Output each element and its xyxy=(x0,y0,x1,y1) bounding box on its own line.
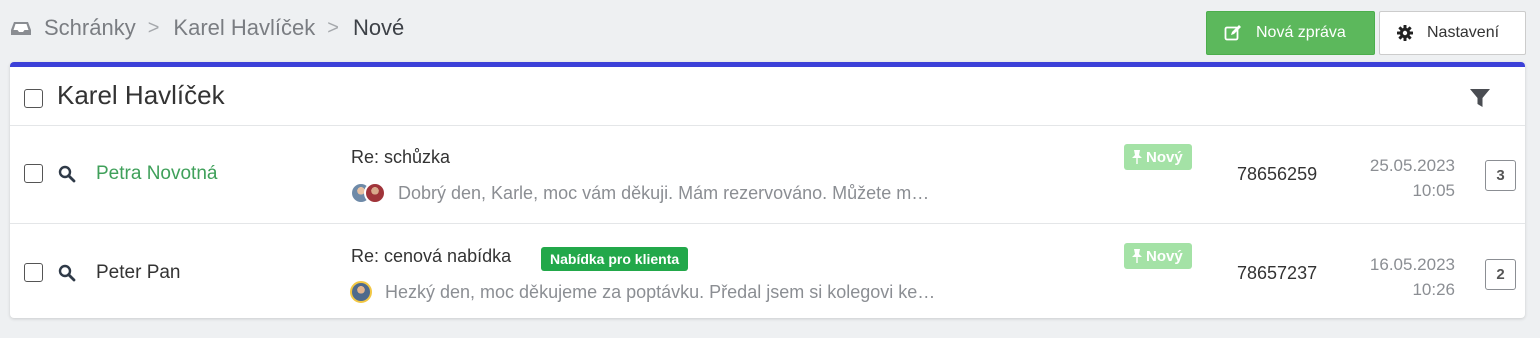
message-date: 25.05.2023 xyxy=(1369,156,1455,175)
breadcrumb-item-inboxes[interactable]: Schránky xyxy=(44,15,136,41)
row-checkbox[interactable] xyxy=(24,263,43,282)
breadcrumb-separator: > xyxy=(327,16,339,39)
panel-header: Karel Havlíček xyxy=(10,67,1525,126)
message-time: 10:26 xyxy=(1412,280,1455,299)
sender-name[interactable]: Petra Novotná xyxy=(96,163,217,185)
message-date: 16.05.2023 xyxy=(1369,255,1455,274)
message-count: 3 xyxy=(1485,160,1516,191)
message-panel: Karel Havlíček Petra Novotná Re: schůzka… xyxy=(10,62,1525,318)
filter-icon[interactable] xyxy=(1469,87,1491,109)
message-id: 78656259 xyxy=(1237,164,1318,184)
label-badge: Nabídka pro klienta xyxy=(541,247,689,271)
message-id: 78657237 xyxy=(1237,263,1318,283)
search-icon[interactable] xyxy=(58,264,76,282)
status-label: Nový xyxy=(1146,148,1183,166)
message-row[interactable]: Peter Pan Re: cenová nabídka Nabídka pro… xyxy=(10,223,1525,318)
message-count: 2 xyxy=(1485,259,1516,290)
panel-title: Karel Havlíček xyxy=(57,80,225,110)
message-preview: Hezký den, moc děkujeme za poptávku. Pře… xyxy=(385,282,936,302)
participant-avatars xyxy=(350,182,386,204)
new-message-label: Nová zpráva xyxy=(1256,24,1346,41)
gear-icon xyxy=(1396,24,1414,42)
message-subject[interactable]: Re: schůzka xyxy=(351,147,450,168)
status-label: Nový xyxy=(1146,247,1183,265)
pin-icon xyxy=(1131,249,1143,263)
message-datetime: 16.05.2023 10:26 xyxy=(1355,252,1455,302)
status-badge: Nový xyxy=(1124,243,1192,269)
settings-label: Nastavení xyxy=(1427,24,1500,41)
breadcrumb: Schránky > Karel Havlíček > Nové xyxy=(10,13,404,43)
avatar xyxy=(364,182,386,204)
search-icon[interactable] xyxy=(58,165,76,183)
message-row[interactable]: Petra Novotná Re: schůzka Dobrý den, Kar… xyxy=(10,127,1525,223)
breadcrumb-current: Nové xyxy=(352,15,405,40)
sender-name[interactable]: Peter Pan xyxy=(96,262,181,284)
breadcrumb-separator: > xyxy=(147,16,160,39)
message-subject[interactable]: Re: cenová nabídka xyxy=(351,246,511,267)
breadcrumb-item-user[interactable]: Karel Havlíček xyxy=(173,15,315,41)
new-message-button[interactable]: Nová zpráva xyxy=(1206,11,1375,55)
participant-avatars xyxy=(350,281,372,303)
inbox-icon xyxy=(10,18,32,38)
message-preview: Dobrý den, Karle, moc vám děkuji. Mám re… xyxy=(398,183,930,203)
edit-icon xyxy=(1224,24,1242,42)
select-all-checkbox[interactable] xyxy=(24,89,43,108)
message-time: 10:05 xyxy=(1412,181,1455,200)
status-badge: Nový xyxy=(1124,144,1192,170)
settings-button[interactable]: Nastavení xyxy=(1379,11,1526,55)
message-datetime: 25.05.2023 10:05 xyxy=(1355,153,1455,203)
pin-icon xyxy=(1131,150,1143,164)
avatar xyxy=(350,281,372,303)
row-checkbox[interactable] xyxy=(24,164,43,183)
